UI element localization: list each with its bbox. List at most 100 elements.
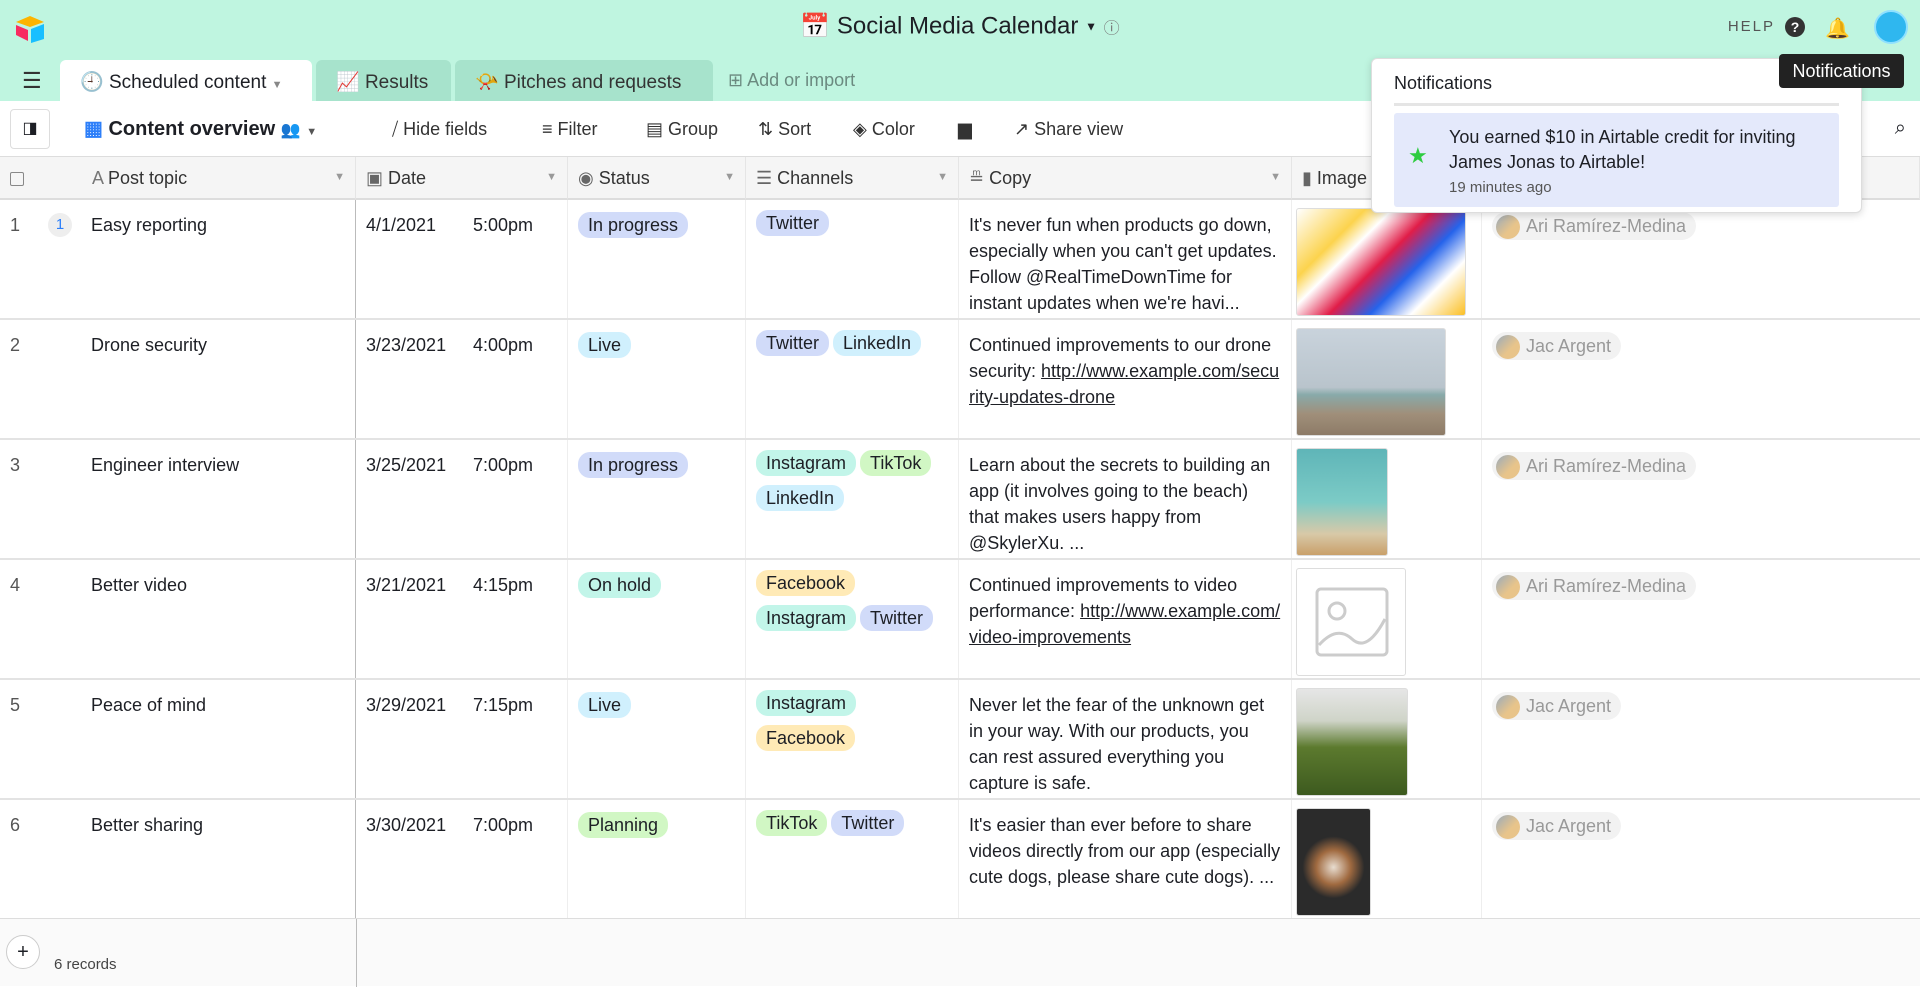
user-avatar[interactable] xyxy=(1874,10,1908,44)
cell-date[interactable]: 3/30/2021 7:00pm xyxy=(356,800,568,918)
cell-channels[interactable]: Instagram Facebook xyxy=(746,680,959,798)
cell-image[interactable] xyxy=(1292,440,1482,558)
cell-post-topic[interactable]: 5 Peace of mind xyxy=(0,680,356,798)
cell-copy[interactable]: It's easier than ever before to share vi… xyxy=(959,800,1292,918)
chevron-down-icon[interactable]: ▼ xyxy=(1085,20,1097,34)
image-thumbnail-beach[interactable] xyxy=(1296,448,1388,556)
hide-fields-button[interactable]: ⧸ Hide fields xyxy=(392,119,487,140)
cell-date[interactable]: 3/25/2021 7:00pm xyxy=(356,440,568,558)
sort-button[interactable]: ⇅ Sort xyxy=(758,119,811,140)
cell-post-topic[interactable]: 3 Engineer interview xyxy=(0,440,356,558)
help-link[interactable]: HELP xyxy=(1728,18,1775,35)
channel-pill: TikTok xyxy=(860,450,932,476)
cell-status[interactable]: In progress xyxy=(568,200,746,318)
collaborator-chip: Jac Argent xyxy=(1492,692,1622,721)
channel-pill: Twitter xyxy=(756,330,830,356)
image-thumbnail-dog[interactable] xyxy=(1296,808,1371,916)
table-row[interactable]: 6 Better sharing 3/30/2021 7:00pm Plannin… xyxy=(0,800,1920,920)
cell-post-topic[interactable]: 4 Better video xyxy=(0,560,356,678)
share-view-button[interactable]: ↗ Share view xyxy=(1014,119,1123,140)
cell-assignee[interactable]: Ari Ramírez-Medina xyxy=(1482,560,1920,678)
record-count: 6 records xyxy=(54,956,117,973)
help-icon[interactable]: ? xyxy=(1785,17,1805,37)
image-thumbnail-drone[interactable] xyxy=(1296,328,1446,436)
add-or-import-button[interactable]: ⊞ Add or import xyxy=(728,70,855,91)
cell-date[interactable]: 3/21/2021 4:15pm xyxy=(356,560,568,678)
search-icon[interactable]: ⌕ xyxy=(1895,117,1906,140)
table-row[interactable]: 1 1 Easy reporting 4/1/2021 5:00pm In pro… xyxy=(0,200,1920,320)
image-thumbnail-illustration[interactable] xyxy=(1296,208,1466,316)
date-value: 3/25/2021 xyxy=(366,455,447,475)
cell-copy[interactable]: Continued improvements to our drone secu… xyxy=(959,320,1292,438)
select-all-checkbox[interactable] xyxy=(10,172,24,187)
cell-post-topic[interactable]: 1 1 Easy reporting xyxy=(0,200,356,318)
column-header-channels[interactable]: ☰ Channels ▼ xyxy=(746,157,959,200)
column-header-status[interactable]: ◉ Status ▼ xyxy=(568,157,746,200)
menu-icon[interactable]: ☰ xyxy=(22,68,42,94)
filter-button[interactable]: ≡ Filter xyxy=(542,119,598,140)
cell-post-topic[interactable]: 6 Better sharing xyxy=(0,800,356,918)
column-header-post-topic[interactable]: A Post topic ▼ xyxy=(0,157,356,200)
add-record-button[interactable]: + xyxy=(6,935,40,969)
view-switcher[interactable]: ▦ Content overview 👥 ▼ xyxy=(84,116,317,141)
cell-assignee[interactable]: Jac Argent xyxy=(1482,320,1920,438)
table-row[interactable]: 5 Peace of mind 3/29/2021 7:15pm Live Ins… xyxy=(0,680,1920,800)
tab-scheduled-content[interactable]: 🕘 Scheduled content ▼ xyxy=(60,60,312,101)
table-row[interactable]: 2 Drone security 3/23/2021 4:00pm Live Tw… xyxy=(0,320,1920,440)
tab-results[interactable]: 📈 Results xyxy=(316,60,451,101)
collaborator-chip: Ari Ramírez-Medina xyxy=(1492,572,1697,601)
chevron-down-icon[interactable]: ▼ xyxy=(937,171,948,183)
cell-status[interactable]: Planning xyxy=(568,800,746,918)
cell-status[interactable]: In progress xyxy=(568,440,746,558)
cell-copy[interactable]: Continued improvements to video performa… xyxy=(959,560,1292,678)
chevron-down-icon[interactable]: ▼ xyxy=(1270,171,1281,183)
cell-post-topic[interactable]: 2 Drone security xyxy=(0,320,356,438)
cell-copy[interactable]: Learn about the secrets to building an a… xyxy=(959,440,1292,558)
cell-channels[interactable]: TikTok Twitter xyxy=(746,800,959,918)
chevron-down-icon[interactable]: ▼ xyxy=(546,171,557,183)
tab-pitches-and-requests[interactable]: 📯 Pitches and requests xyxy=(455,60,713,101)
cell-image[interactable] xyxy=(1292,560,1482,678)
image-thumbnail-bicycle[interactable] xyxy=(1296,688,1408,796)
grid-footer: + 6 records xyxy=(0,918,1920,987)
cell-image[interactable] xyxy=(1292,680,1482,798)
cell-channels[interactable]: Twitter xyxy=(746,200,959,318)
cell-copy[interactable]: It's never fun when products go down, es… xyxy=(959,200,1292,318)
cell-image[interactable] xyxy=(1292,320,1482,438)
status-pill: In progress xyxy=(578,452,689,478)
info-icon[interactable]: ⓘ xyxy=(1104,21,1120,38)
chevron-down-icon[interactable]: ▼ xyxy=(272,79,283,91)
column-header-date[interactable]: ▣ Date ▼ xyxy=(356,157,568,200)
cell-channels[interactable]: Facebook Instagram Twitter xyxy=(746,560,959,678)
cell-status[interactable]: Live xyxy=(568,320,746,438)
column-header-copy[interactable]: ≞ Copy ▼ xyxy=(959,157,1292,200)
cell-assignee[interactable]: Jac Argent xyxy=(1482,680,1920,798)
cell-image[interactable] xyxy=(1292,200,1482,318)
cell-assignee[interactable]: Ari Ramírez-Medina xyxy=(1482,440,1920,558)
notifications-bell-icon[interactable]: 🔔 xyxy=(1825,16,1850,41)
chevron-down-icon[interactable]: ▼ xyxy=(334,171,345,183)
cell-channels[interactable]: Instagram TikTok LinkedIn xyxy=(746,440,959,558)
base-title[interactable]: 📅 Social Media Calendar ▼ ⓘ xyxy=(0,12,1920,41)
cell-date[interactable]: 3/29/2021 7:15pm xyxy=(356,680,568,798)
toggle-sidebar-button[interactable]: ◨ xyxy=(10,109,50,149)
row-height-button[interactable]: ▆ xyxy=(958,119,972,140)
image-thumbnail-placeholder[interactable] xyxy=(1296,568,1406,676)
cell-channels[interactable]: Twitter LinkedIn xyxy=(746,320,959,438)
comment-count-badge[interactable]: 1 xyxy=(48,213,72,237)
cell-image[interactable] xyxy=(1292,800,1482,918)
notification-item[interactable]: ★ You earned $10 in Airtable credit for … xyxy=(1394,113,1839,207)
cell-date[interactable]: 3/23/2021 4:00pm xyxy=(356,320,568,438)
share-icon: ↗ xyxy=(1014,119,1030,139)
cell-assignee[interactable]: Jac Argent xyxy=(1482,800,1920,918)
chevron-down-icon[interactable]: ▼ xyxy=(724,171,735,183)
cell-copy[interactable]: Never let the fear of the unknown get in… xyxy=(959,680,1292,798)
group-button[interactable]: ▤ Group xyxy=(646,119,718,140)
cell-status[interactable]: Live xyxy=(568,680,746,798)
table-row[interactable]: 4 Better video 3/21/2021 4:15pm On hold F… xyxy=(0,560,1920,680)
cell-date[interactable]: 4/1/2021 5:00pm xyxy=(356,200,568,318)
cell-status[interactable]: On hold xyxy=(568,560,746,678)
cell-assignee[interactable]: Ari Ramírez-Medina xyxy=(1482,200,1920,318)
color-button[interactable]: ◈ Color xyxy=(853,119,915,140)
table-row[interactable]: 3 Engineer interview 3/25/2021 7:00pm In … xyxy=(0,440,1920,560)
